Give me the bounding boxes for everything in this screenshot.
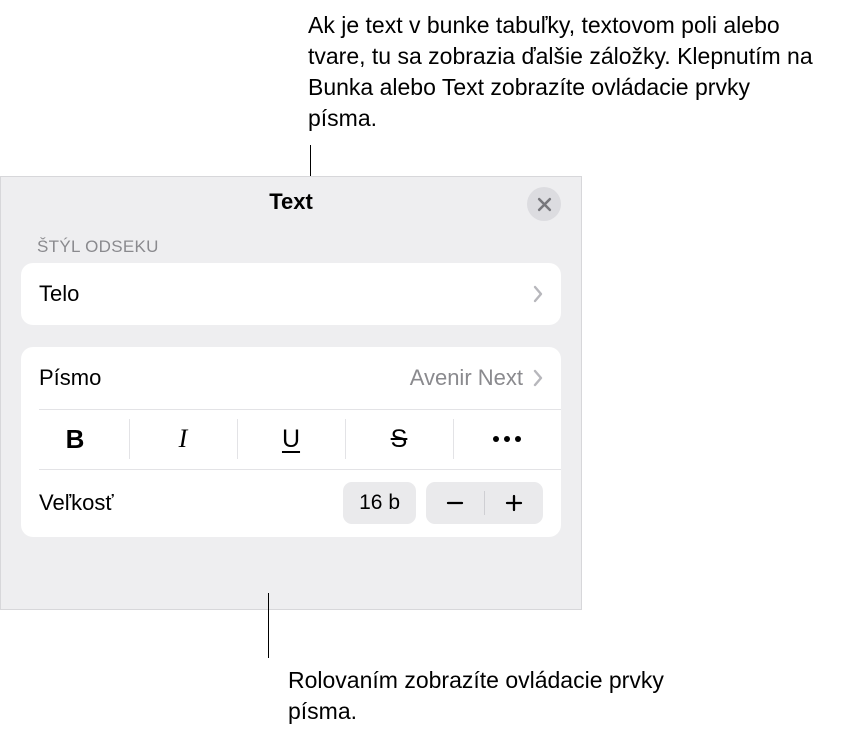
italic-icon: I [179,424,188,454]
size-label: Veľkosť [39,490,114,516]
minus-icon [445,493,465,513]
panel-title: Text [269,189,313,215]
font-row[interactable]: Písmo Avenir Next [21,347,561,409]
callout-top: Ak je text v bunke tabuľky, textovom pol… [308,10,823,134]
plus-icon [504,493,524,513]
leader-line-bottom [268,593,269,658]
close-button[interactable] [527,187,561,221]
paragraph-style-card: Telo [21,263,561,325]
size-decrease-button[interactable] [426,482,484,524]
size-row: Veľkosť 16 b [21,469,561,537]
bold-button[interactable]: B [21,409,129,469]
font-label: Písmo [39,365,101,391]
text-format-panel: Text ŠTÝL ODSEKU Telo Písmo Avenir Next [0,176,582,610]
strikethrough-button[interactable]: S [345,409,453,469]
close-icon [537,197,552,212]
font-card: Písmo Avenir Next B I U S [21,347,561,537]
more-styles-button[interactable] [453,409,561,469]
font-value: Avenir Next [410,365,523,391]
chevron-right-icon [533,369,543,387]
paragraph-style-value: Telo [39,281,79,307]
size-increase-button[interactable] [485,482,543,524]
section-label-paragraph-style: ŠTÝL ODSEKU [1,227,581,263]
italic-button[interactable]: I [129,409,237,469]
size-stepper [426,482,543,524]
strikethrough-icon: S [391,425,408,454]
underline-button[interactable]: U [237,409,345,469]
underline-icon: U [282,425,300,454]
callout-bottom: Rolovaním zobrazíte ovládacie prvky písm… [288,665,708,727]
more-icon [493,436,521,442]
size-value-button[interactable]: 16 b [343,482,416,524]
panel-header: Text [1,177,581,227]
paragraph-style-row[interactable]: Telo [21,263,561,325]
bold-icon: B [66,424,85,455]
text-style-segments: B I U S [21,409,561,469]
chevron-right-icon [533,285,543,303]
